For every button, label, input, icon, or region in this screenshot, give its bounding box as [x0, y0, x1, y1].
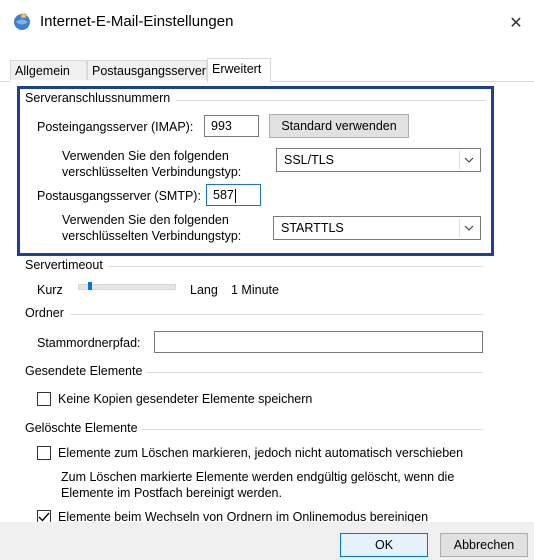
outgoing-encryption-label-line2: verschlüsselten Verbindungstyp:: [62, 229, 242, 243]
window-title: Internet-E-Mail-Einstellungen: [40, 13, 234, 30]
tab-allgemein[interactable]: Allgemein: [10, 60, 87, 80]
group-line-deleted: [142, 429, 483, 430]
root-path-input[interactable]: [154, 331, 483, 353]
group-title-timeout: Servertimeout: [25, 258, 107, 272]
incoming-encryption-value: SSL/TLS: [284, 153, 335, 167]
checkmark-icon: [38, 512, 50, 522]
mark-for-deletion-label: Elemente zum Löschen markieren, jedoch n…: [58, 446, 464, 460]
tab-postausgangsserver[interactable]: Postausgangsserver: [87, 60, 207, 80]
timeout-slider-track[interactable]: [78, 284, 176, 290]
deletion-info-line2: Elemente im Postfach bereinigt werden.: [61, 486, 282, 500]
chevron-down-icon: [459, 151, 478, 169]
mark-for-deletion-checkbox[interactable]: [37, 446, 51, 460]
incoming-encryption-label-line2: verschlüsselten Verbindungstyp:: [62, 165, 242, 179]
group-title-ports: Serveranschlussnummern: [25, 91, 175, 105]
incoming-server-label: Posteingangsserver (IMAP):: [37, 120, 194, 134]
tab-erweitert[interactable]: Erweitert: [207, 58, 271, 82]
use-default-button[interactable]: Standard verwenden: [269, 114, 409, 138]
text-cursor: [234, 188, 236, 203]
ok-button[interactable]: OK: [340, 533, 428, 557]
no-copies-label: Keine Kopien gesendeter Elemente speiche…: [58, 392, 313, 406]
timeout-slider-thumb[interactable]: [87, 282, 92, 290]
deletion-info-line1: Zum Löschen markierte Elemente werden en…: [61, 470, 455, 484]
timeout-long-label: Lang: [190, 283, 218, 297]
advanced-settings-panel: Serveranschlussnummern Posteingangsserve…: [0, 82, 534, 524]
outgoing-server-label: Postausgangsserver (SMTP):: [37, 189, 201, 203]
group-title-sent: Gesendete Elemente: [25, 364, 147, 378]
group-title-folders: Ordner: [25, 306, 68, 320]
group-line-ports: [176, 100, 486, 101]
group-line-folders: [70, 314, 483, 315]
group-line-timeout: [108, 266, 483, 267]
close-icon: ✕: [509, 15, 523, 32]
outgoing-port-input[interactable]: 587: [206, 184, 261, 206]
no-copies-checkbox[interactable]: [37, 392, 51, 406]
timeout-short-label: Kurz: [37, 283, 63, 297]
chevron-down-icon: [459, 219, 478, 237]
group-title-deleted: Gelöschte Elemente: [25, 421, 142, 435]
incoming-encryption-label-line1: Verwenden Sie den folgenden: [62, 149, 229, 163]
cancel-button[interactable]: Abbrechen: [440, 533, 528, 557]
title-bar: Internet-E-Mail-Einstellungen ✕: [0, 0, 534, 46]
timeout-value: 1 Minute: [231, 283, 279, 297]
dialog-footer: OK Abbrechen: [0, 522, 534, 560]
outgoing-encryption-value: STARTTLS: [281, 221, 344, 235]
outgoing-encryption-label-line1: Verwenden Sie den folgenden: [62, 213, 229, 227]
incoming-encryption-select[interactable]: SSL/TLS: [276, 148, 481, 172]
mail-globe-icon: [14, 13, 30, 30]
close-button[interactable]: ✕: [500, 8, 532, 38]
outgoing-encryption-select[interactable]: STARTTLS: [273, 216, 481, 240]
tab-strip: Allgemein Postausgangsserver Erweitert: [0, 58, 534, 82]
group-line-sent: [146, 372, 483, 373]
incoming-port-input[interactable]: 993: [204, 115, 259, 137]
root-path-label: Stammordnerpfad:: [37, 336, 141, 350]
